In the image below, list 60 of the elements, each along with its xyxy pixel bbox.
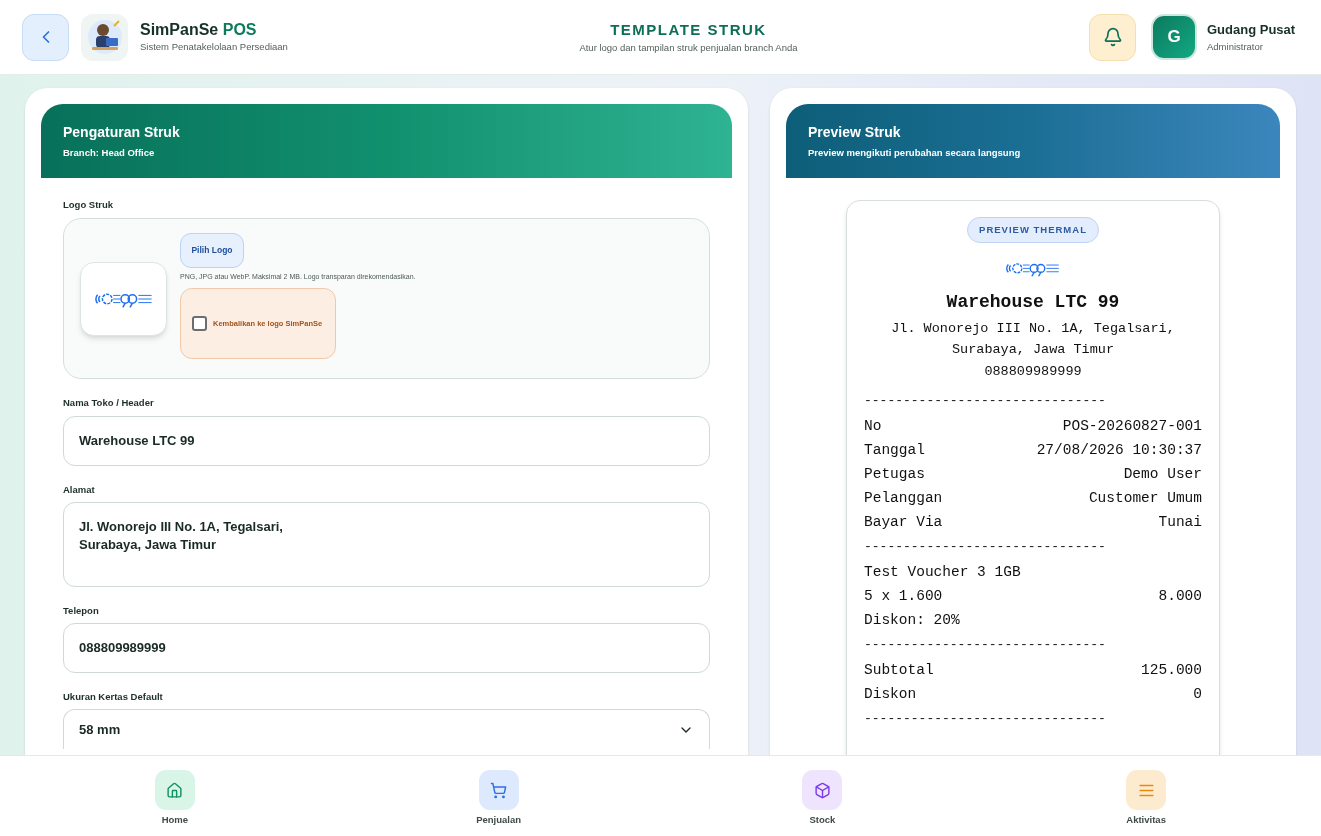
- choose-logo-button[interactable]: Pilih Logo: [180, 233, 244, 269]
- nav-item[interactable]: Home: [13, 756, 337, 836]
- preview-badge: PREVIEW THERMAL: [967, 217, 1099, 244]
- receipt-divider: -------------------------------: [864, 392, 1107, 411]
- field-label: Telepon: [63, 603, 100, 618]
- field-label: Ukuran Kertas Default: [63, 690, 164, 704]
- avatar-initial: G: [1167, 26, 1181, 49]
- address-field[interactable]: Jl. Wonorejo III No. 1A, Tegalsari, Surabaya, Jawa Timur: [63, 501, 710, 587]
- receipt-line: Diskon: 20%: [864, 611, 961, 631]
- text-field[interactable]: Warehouse LTC 99: [63, 415, 710, 466]
- app-name: SimPanSe: [140, 20, 219, 38]
- nav-item[interactable]: Stock: [660, 756, 985, 836]
- receipt-label: Diskon: [864, 685, 917, 705]
- reset-logo-checkbox[interactable]: [192, 315, 207, 331]
- receipt-divider: -------------------------------: [864, 636, 1107, 655]
- app-subtitle: Sistem Penatakelolaan Persediaan: [140, 39, 288, 54]
- branch-label: Branch: Head Office: [63, 145, 156, 160]
- receipt-value: Demo User: [1123, 465, 1202, 485]
- receipt-phone: 088809989999: [984, 363, 1082, 382]
- box-icon: [813, 781, 831, 799]
- field-label: Logo Struk: [63, 198, 115, 212]
- settings-title: Pengaturan Struk: [63, 122, 181, 142]
- receipt-label: Subtotal: [864, 661, 934, 681]
- receipt-store-name: Warehouse LTC 99: [946, 291, 1120, 315]
- receipt-value: 27/08/2026 10:30:37: [1036, 441, 1202, 461]
- receipt-divider: -------------------------------: [864, 538, 1107, 557]
- user-avatar[interactable]: G: [1153, 16, 1195, 58]
- field-label: Nama Toko / Header: [63, 396, 155, 411]
- preview-subtitle: Preview mengikuti perubahan secara langsung: [808, 145, 1022, 160]
- receipt-label: Tanggal: [864, 441, 925, 461]
- user-role: Administrator: [1207, 39, 1264, 54]
- user-name: Gudang Pusat: [1207, 21, 1297, 40]
- nav-item[interactable]: Penjualan: [336, 756, 661, 836]
- cart-icon: [490, 781, 508, 799]
- app-name-accent: POS: [222, 20, 257, 38]
- receipt-value: 8.000: [1158, 587, 1202, 607]
- receipt-label: 5 x 1.600: [864, 587, 943, 607]
- receipt-value: 0: [1193, 685, 1202, 705]
- receipt-label: Pelanggan: [864, 489, 943, 509]
- notification-button[interactable]: [1089, 13, 1136, 61]
- page-title: TEMPLATE STRUK: [610, 19, 767, 40]
- preview-title: Preview Struk: [808, 122, 902, 142]
- nav-item[interactable]: Aktivitas: [984, 756, 1308, 836]
- field-label: Alamat: [63, 482, 96, 497]
- bell-icon: [1102, 27, 1123, 47]
- receipt-label: No: [864, 417, 882, 437]
- receipt-address: Jl. Wonorejo III No. 1A, Tegalsari, Surabaya, Jawa Timur: [890, 320, 1176, 360]
- page-subtitle: Atur logo dan tampilan struk penjualan branch Anda: [579, 41, 798, 56]
- text-field[interactable]: 088809989999: [63, 623, 710, 673]
- paper-size-select[interactable]: 58 mm: [63, 709, 710, 750]
- store-logo-icon: [1005, 260, 1061, 278]
- receipt-value: POS-20260827-001: [1062, 417, 1202, 437]
- receipt-line: Test Voucher 3 1GB: [864, 563, 1022, 583]
- receipt-value: 125.000: [1141, 661, 1202, 681]
- home-icon: [166, 781, 184, 799]
- receipt-value: Tunai: [1158, 513, 1202, 533]
- receipt-label: Petugas: [864, 465, 925, 485]
- receipt-divider: -------------------------------: [864, 710, 1107, 729]
- receipt-label: Bayar Via: [864, 513, 943, 533]
- receipt-value: Customer Umum: [1088, 489, 1202, 509]
